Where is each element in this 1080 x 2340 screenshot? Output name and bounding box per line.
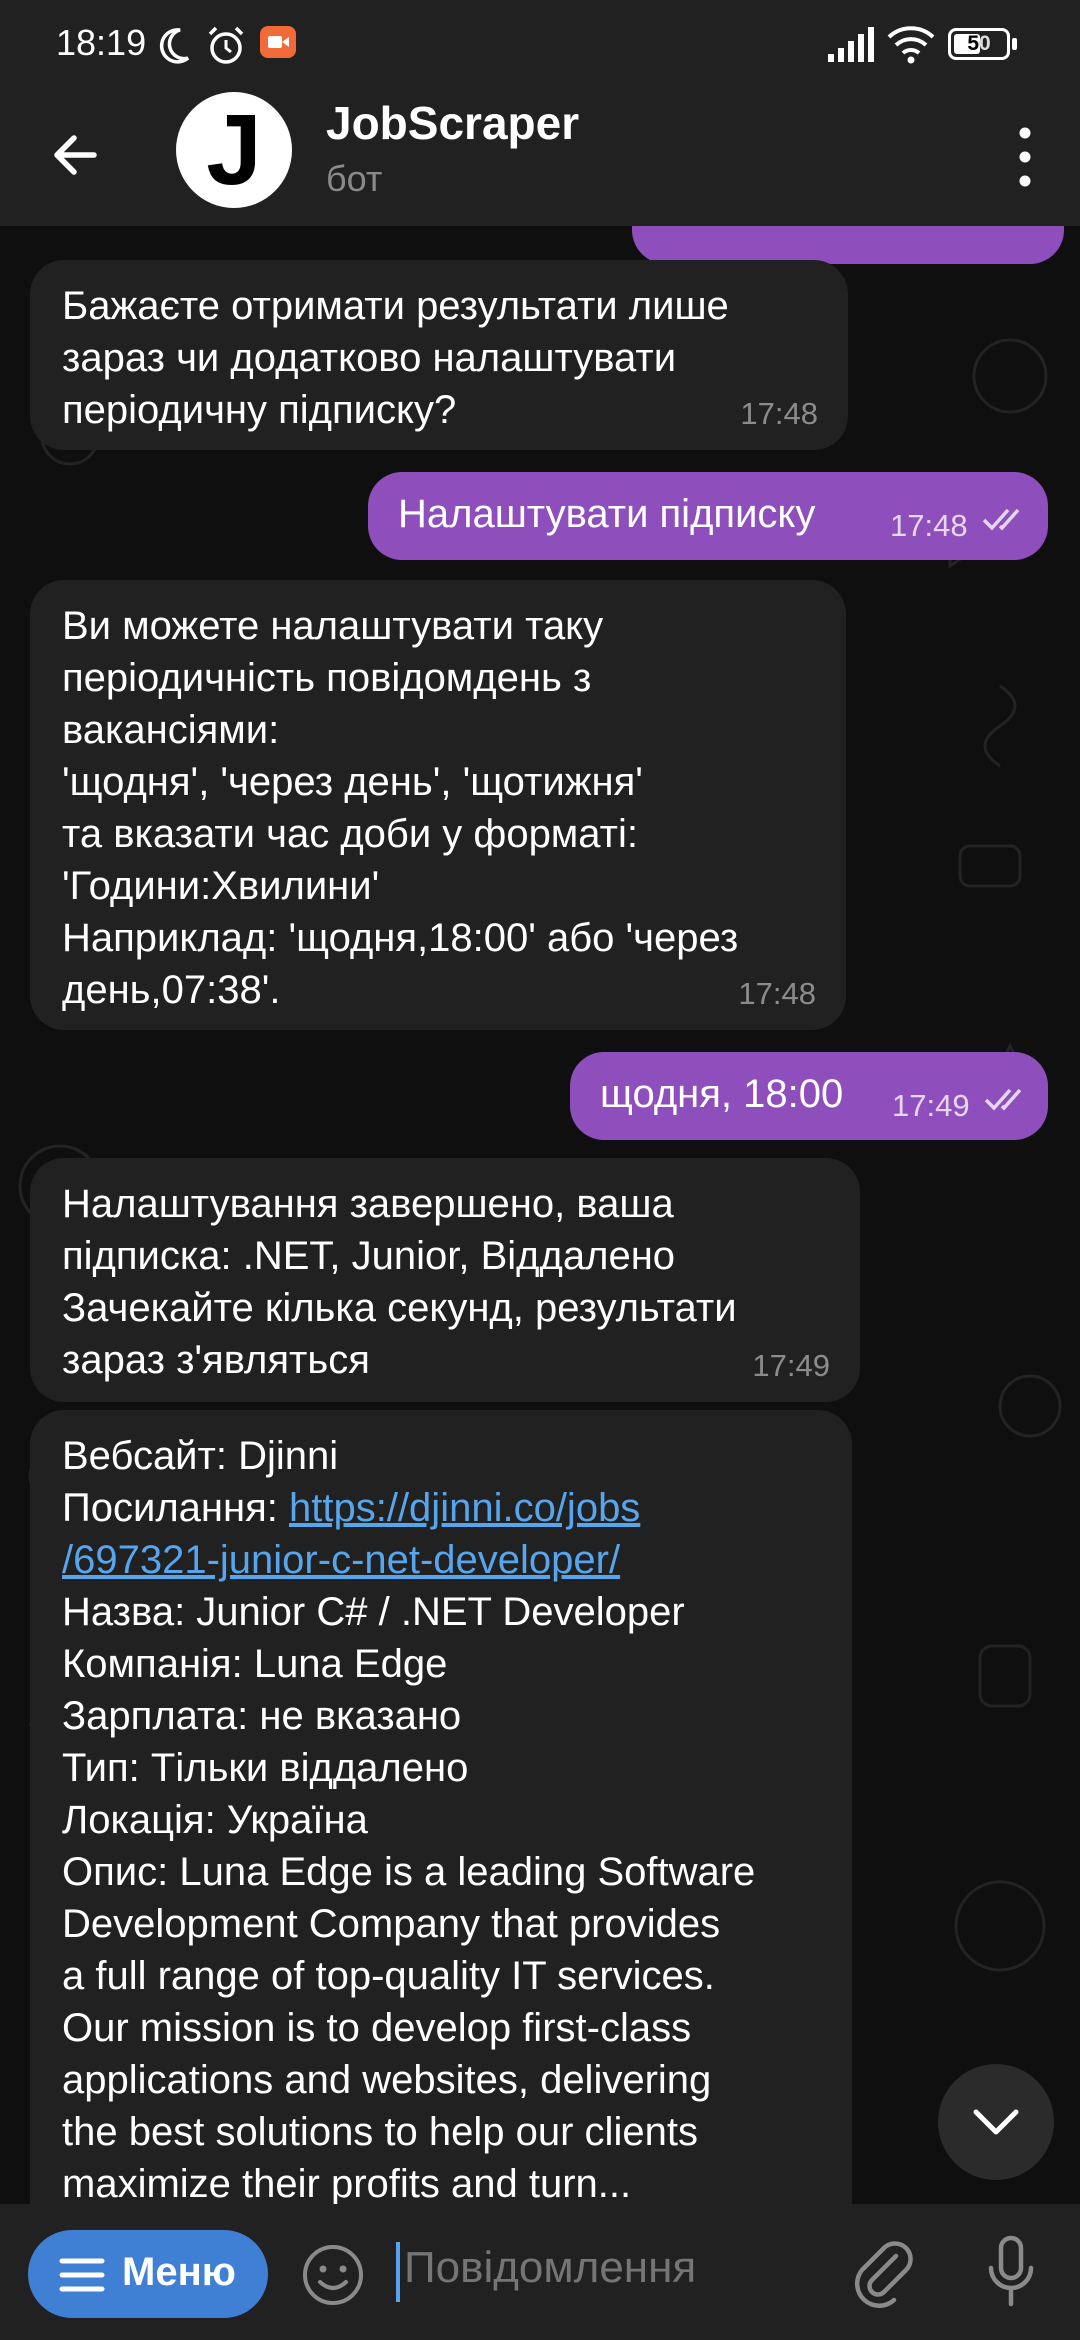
vacancy-location: Локація: Україна — [62, 1798, 368, 1842]
battery-icon: 50 — [948, 28, 1010, 60]
message-time: 17:48 — [890, 508, 968, 543]
attach-icon[interactable] — [852, 2238, 916, 2308]
message-bubble-outgoing[interactable]: щодня, 18:00 17:49 — [570, 1052, 1048, 1140]
message-composer: Меню — [0, 2204, 1080, 2340]
avatar[interactable]: J — [176, 92, 292, 208]
message-input[interactable] — [402, 2242, 826, 2294]
message-list[interactable]: Бажаєте отримати результати лише зараз ч… — [0, 226, 1080, 2204]
message-text: Налаштування завершено, ваша підписка: .… — [62, 1182, 737, 1382]
more-options-icon[interactable] — [1010, 122, 1040, 192]
signal-icon — [828, 27, 874, 62]
bot-menu-button[interactable]: Меню — [28, 2230, 268, 2318]
vacancy-link[interactable]: https://djinni.co/jobs — [289, 1486, 640, 1530]
message-time: 17:49 — [752, 1348, 830, 1383]
message-time: 17:48 — [740, 396, 818, 431]
alarm-icon — [208, 26, 244, 64]
message-bubble-outgoing[interactable]: Налаштувати підписку 17:48 — [368, 472, 1048, 560]
vacancy-content: Вебсайт: Djinni Посилання: https://djinn… — [62, 1430, 852, 2204]
vacancy-type: Тип: Тільки віддалено — [62, 1746, 469, 1790]
vacancy-link-label: Посилання: — [62, 1486, 289, 1530]
scroll-down-button[interactable] — [938, 2064, 1054, 2180]
message-text: Ви можете налаштувати таку періодичність… — [62, 604, 739, 1012]
message-text: щодня, 18:00 — [600, 1072, 844, 1116]
microphone-icon[interactable] — [986, 2234, 1036, 2310]
recording-icon — [260, 26, 296, 58]
bot-menu-label: Меню — [122, 2250, 236, 2294]
vacancy-name: Назва: Junior C# / .NET Developer — [62, 1590, 685, 1634]
message-bubble-outgoing-partial — [632, 226, 1064, 264]
chat-title[interactable]: JobScraper — [326, 96, 579, 150]
chat-subtitle: бот — [326, 158, 383, 199]
wifi-icon — [887, 26, 935, 64]
chat-header: J JobScraper бот — [0, 92, 1080, 226]
vacancy-description: Опис: Luna Edge is a leading Software De… — [62, 1850, 756, 2204]
message-time: 17:49 — [892, 1088, 970, 1123]
message-bubble-incoming[interactable]: Бажаєте отримати результати лише зараз ч… — [30, 260, 848, 450]
vacancy-salary: Зарплата: не вказано — [62, 1694, 462, 1738]
text-cursor — [396, 2242, 400, 2302]
status-time: 18:19 — [56, 22, 147, 63]
message-bubble-incoming[interactable]: Налаштування завершено, ваша підписка: .… — [30, 1158, 860, 1402]
avatar-letter: J — [206, 93, 262, 206]
menu-icon — [59, 2258, 105, 2292]
message-bubble-incoming[interactable]: Ви можете налаштувати таку періодичність… — [30, 580, 846, 1030]
emoji-icon[interactable] — [300, 2242, 366, 2308]
battery-tip — [1012, 38, 1017, 50]
vacancy-link-row: Посилання: https://djinni.co/jobs — [62, 1482, 852, 1534]
vacancy-message[interactable]: Вебсайт: Djinni Посилання: https://djinn… — [30, 1410, 852, 2204]
read-checkmarks-icon — [984, 1088, 1022, 1111]
message-text: Бажаєте отримати результати лише зараз ч… — [62, 284, 729, 432]
back-arrow-icon[interactable] — [44, 122, 110, 188]
read-checkmarks-icon — [982, 508, 1020, 531]
message-time: 17:48 — [738, 976, 816, 1011]
chevron-down-icon — [973, 2109, 1019, 2135]
vacancy-site: Вебсайт: Djinni — [62, 1434, 339, 1478]
moon-icon — [159, 28, 190, 64]
message-text: Налаштувати підписку — [398, 492, 816, 536]
status-bar: 18:19 50 — [0, 0, 1080, 92]
battery-level: 50 — [967, 32, 991, 55]
vacancy-company: Компанія: Luna Edge — [62, 1642, 448, 1686]
vacancy-link-continued[interactable]: /697321-junior-c-net-developer/ — [62, 1534, 852, 1586]
